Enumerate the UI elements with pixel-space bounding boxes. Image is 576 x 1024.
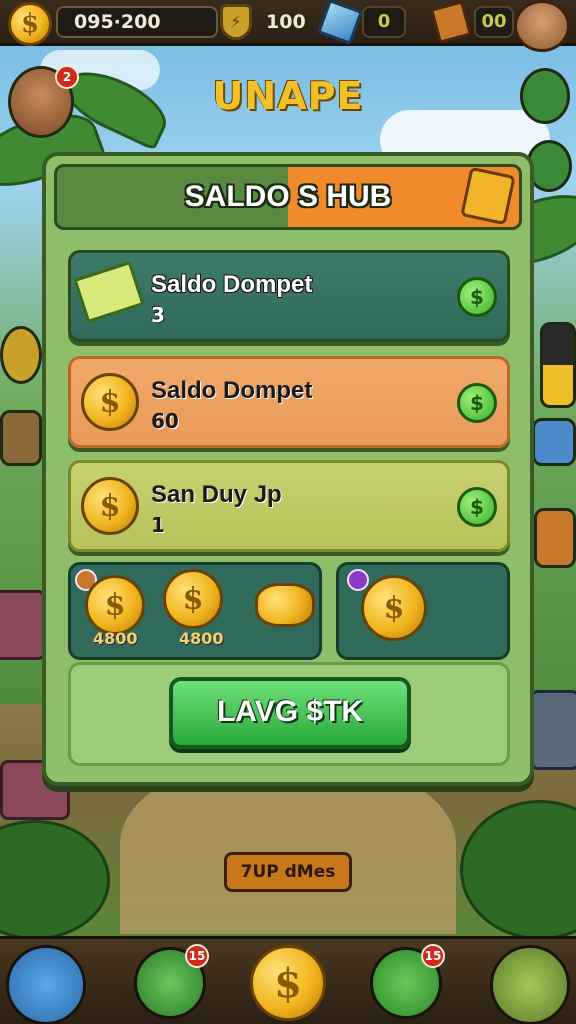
top-resource-bar: $ 095·200 ⚡ 100 0 00 — [0, 0, 576, 52]
panel-header: SALDO S HUB — [54, 164, 522, 230]
screen-title: UNAPE — [212, 74, 364, 118]
crate — [530, 690, 576, 770]
coin-icon: $ — [361, 575, 427, 641]
pack-amount: 4800 — [93, 629, 138, 648]
coin-icon: $ — [81, 477, 139, 535]
coin-stack-icon — [255, 583, 315, 627]
wallet-row[interactable]: Saldo Dompet 3 $ — [68, 250, 510, 342]
row-label: Saldo Dompet — [151, 271, 313, 298]
character-nav-button[interactable] — [6, 945, 86, 1024]
coin-icon: $ — [8, 2, 52, 46]
primary-action-button[interactable]: LAVG $TK — [169, 677, 411, 749]
wooden-sign: 7UP dMes — [224, 852, 352, 892]
row-value: 1 — [151, 513, 165, 537]
mail-badge: 15 — [185, 944, 209, 968]
play-nav-button[interactable]: 15 — [370, 944, 445, 1019]
play-badge: 15 — [421, 944, 445, 968]
dollar-action-button[interactable]: $ — [457, 277, 497, 317]
bottom-nav-bar: 15 $ 15 — [0, 936, 576, 1024]
inventory-button[interactable] — [0, 410, 42, 466]
energy-shield-icon: ⚡ — [220, 4, 252, 40]
mail-nav-button[interactable]: 15 — [134, 944, 209, 1019]
progress-gauge — [540, 322, 576, 408]
crate — [0, 590, 46, 660]
energy-count: 100 — [266, 11, 306, 33]
coin-pack-tile[interactable]: $ 4800 $ 4800 — [68, 562, 322, 660]
wallet-row[interactable]: $ San Duy Jp 1 $ — [68, 460, 510, 552]
panel-title: SALDO S HUB — [184, 180, 392, 213]
coin-pack-tile[interactable]: $ — [336, 562, 510, 660]
coin-icon: $ — [85, 575, 145, 635]
wallet-panel: SALDO S HUB Saldo Dompet 3 $ $ Saldo Dom… — [42, 152, 534, 786]
coin-balance: 095·200 — [56, 6, 218, 38]
action-area: LAVG $TK — [68, 662, 510, 766]
pack-badge — [347, 569, 369, 591]
map-count: 00 — [474, 6, 514, 38]
chat-button[interactable] — [532, 418, 576, 466]
row-label: San Duy Jp — [151, 481, 282, 508]
row-value: 60 — [151, 409, 179, 433]
coin-nav-button[interactable]: $ — [250, 945, 326, 1021]
dollar-action-button[interactable]: $ — [457, 487, 497, 527]
row-label: Saldo Dompet — [151, 377, 313, 404]
add-button[interactable] — [0, 326, 42, 384]
dollar-action-button[interactable]: $ — [457, 383, 497, 423]
edit-nav-button[interactable] — [490, 945, 570, 1024]
pack-amount: 4800 — [179, 629, 224, 648]
row-value: 3 — [151, 303, 165, 327]
wallet-row[interactable]: $ Saldo Dompet 60 $ — [68, 356, 510, 448]
gem-icon — [316, 0, 364, 46]
map-icon — [429, 0, 473, 44]
coin-icon: $ — [81, 373, 139, 431]
gem-count: 0 — [362, 6, 406, 38]
player-avatar-button[interactable] — [514, 0, 570, 52]
shop-button[interactable] — [534, 508, 576, 568]
coin-icon: $ — [163, 569, 223, 629]
cash-icon — [73, 260, 145, 324]
